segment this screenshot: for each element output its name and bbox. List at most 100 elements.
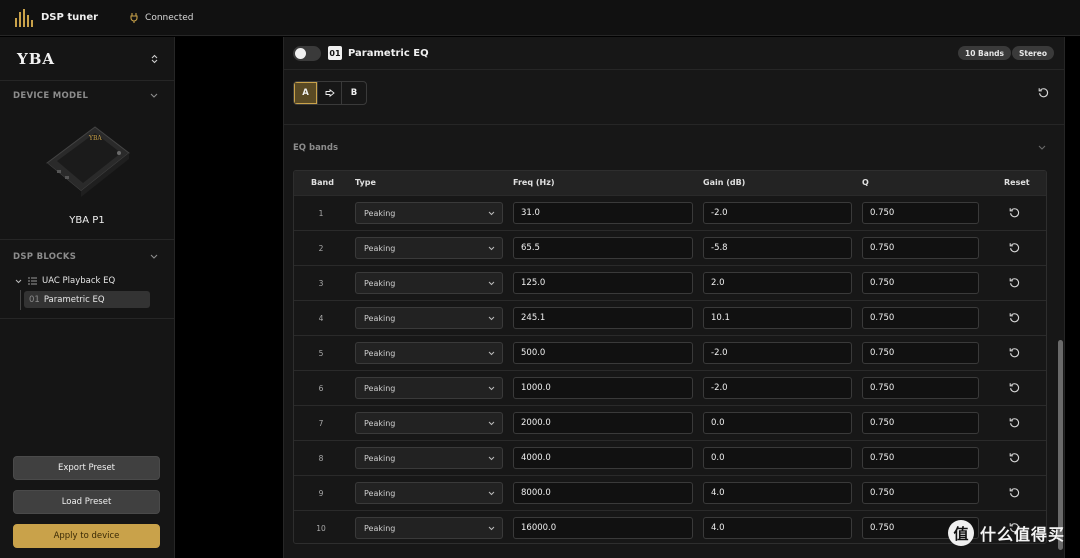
q-input[interactable]: 0.750 [862, 272, 979, 294]
filter-type-select[interactable]: Peaking [355, 342, 503, 364]
device-logo-text: YBA [89, 135, 102, 142]
table-row: 7 Peaking 2000.0 0.0 0.750 [294, 405, 1046, 440]
filter-type-value: Peaking [364, 418, 396, 428]
gain-input[interactable]: -2.0 [703, 202, 852, 224]
tree-item-uac-playback-eq[interactable]: UAC Playback EQ [0, 272, 174, 290]
table-row: 6 Peaking 1000.0 -2.0 0.750 [294, 370, 1046, 405]
reset-icon[interactable] [1009, 452, 1020, 463]
watermark: 值 什么值得买 [948, 520, 1065, 546]
dsp-blocks-header[interactable]: DSP BLOCKS [0, 242, 174, 272]
chevron-down-icon[interactable] [150, 254, 158, 260]
gain-input[interactable]: 4.0 [703, 482, 852, 504]
filter-type-select[interactable]: Peaking [355, 482, 503, 504]
filter-type-value: Peaking [364, 453, 396, 463]
gain-input[interactable]: 0.0 [703, 412, 852, 434]
chevron-down-icon [488, 421, 495, 425]
gain-input[interactable]: 0.0 [703, 447, 852, 469]
q-input[interactable]: 0.750 [862, 447, 979, 469]
filter-type-value: Peaking [364, 313, 396, 323]
scrollbar-thumb[interactable] [1058, 340, 1063, 550]
brand-selector[interactable]: YBA [0, 37, 174, 81]
preset-a-button[interactable]: A [294, 82, 318, 104]
q-input[interactable]: 0.750 [862, 482, 979, 504]
chevron-down-icon [488, 386, 495, 390]
chevron-down-icon [488, 211, 495, 215]
app-logo: DSP tuner [15, 8, 98, 27]
reset-icon[interactable] [1009, 417, 1020, 428]
q-input[interactable]: 0.750 [862, 307, 979, 329]
band-number: 5 [318, 349, 324, 358]
logo-bars-icon [15, 8, 33, 27]
chevron-down-icon[interactable] [1038, 145, 1046, 151]
table-row: 1 Peaking 31.0 -2.0 0.750 [294, 195, 1046, 230]
copy-a-to-b-button[interactable] [318, 82, 342, 104]
band-number: 6 [318, 384, 324, 393]
q-input[interactable]: 0.750 [862, 202, 979, 224]
freq-input[interactable]: 8000.0 [513, 482, 693, 504]
device-name: YBA P1 [69, 215, 105, 226]
q-input[interactable]: 0.750 [862, 237, 979, 259]
q-input[interactable]: 0.750 [862, 342, 979, 364]
reset-icon[interactable] [1009, 312, 1020, 323]
chevron-down-icon[interactable] [15, 279, 22, 284]
col-freq: Freq (Hz) [513, 178, 555, 187]
band-number: 3 [318, 279, 324, 288]
filter-type-select[interactable]: Peaking [355, 447, 503, 469]
band-number: 1 [318, 209, 324, 218]
chevron-down-icon [488, 491, 495, 495]
chevron-down-icon [488, 281, 495, 285]
export-preset-button[interactable]: Export Preset [13, 456, 160, 480]
filter-type-select[interactable]: Peaking [355, 377, 503, 399]
updown-chevron-icon[interactable] [151, 54, 158, 64]
q-input[interactable]: 0.750 [862, 377, 979, 399]
filter-type-select[interactable]: Peaking [355, 237, 503, 259]
load-preset-button[interactable]: Load Preset [13, 490, 160, 514]
eq-bands-title: EQ bands [293, 143, 339, 153]
reset-icon[interactable] [1009, 277, 1020, 288]
device-model-title: DEVICE MODEL [13, 91, 89, 101]
gain-input[interactable]: 10.1 [703, 307, 852, 329]
enable-toggle[interactable] [293, 45, 321, 61]
freq-input[interactable]: 2000.0 [513, 412, 693, 434]
chevron-down-icon [488, 526, 495, 530]
reset-icon[interactable] [1038, 87, 1049, 98]
preset-b-button[interactable]: B [342, 82, 366, 104]
apply-to-device-button[interactable]: Apply to device [13, 524, 160, 548]
freq-input[interactable]: 4000.0 [513, 447, 693, 469]
filter-type-select[interactable]: Peaking [355, 412, 503, 434]
eq-bands-table: Band Type Freq (Hz) Gain (dB) Q Reset 1 P… [293, 170, 1047, 544]
chevron-down-icon[interactable] [150, 93, 158, 99]
tree-item-parametric-eq[interactable]: 01 Parametric EQ [23, 291, 150, 308]
col-type: Type [355, 178, 376, 187]
plug-icon [130, 12, 138, 23]
freq-input[interactable]: 16000.0 [513, 517, 693, 539]
reset-icon[interactable] [1009, 487, 1020, 498]
filter-type-select[interactable]: Peaking [355, 272, 503, 294]
filter-type-select[interactable]: Peaking [355, 202, 503, 224]
reset-icon[interactable] [1009, 207, 1020, 218]
channel-mode-badge: Stereo [1011, 46, 1054, 60]
freq-input[interactable]: 1000.0 [513, 377, 693, 399]
gain-input[interactable]: -2.0 [703, 342, 852, 364]
connection-status: Connected [130, 12, 194, 23]
freq-input[interactable]: 31.0 [513, 202, 693, 224]
bands-count-badge: 10 Bands [958, 46, 1011, 60]
freq-input[interactable]: 500.0 [513, 342, 693, 364]
filter-type-select[interactable]: Peaking [355, 517, 503, 539]
reset-icon[interactable] [1009, 382, 1020, 393]
freq-input[interactable]: 65.5 [513, 237, 693, 259]
gain-input[interactable]: 4.0 [703, 517, 852, 539]
eq-bands-header[interactable]: EQ bands [284, 125, 1064, 171]
gain-input[interactable]: -2.0 [703, 377, 852, 399]
freq-input[interactable]: 125.0 [513, 272, 693, 294]
filter-type-select[interactable]: Peaking [355, 307, 503, 329]
reset-icon[interactable] [1009, 347, 1020, 358]
top-bar: DSP tuner Connected [0, 0, 1080, 36]
device-model-header[interactable]: DEVICE MODEL [0, 81, 174, 111]
q-input[interactable]: 0.750 [862, 412, 979, 434]
reset-icon[interactable] [1009, 242, 1020, 253]
gain-input[interactable]: 2.0 [703, 272, 852, 294]
arrow-right-icon [325, 89, 335, 97]
freq-input[interactable]: 245.1 [513, 307, 693, 329]
gain-input[interactable]: -5.8 [703, 237, 852, 259]
